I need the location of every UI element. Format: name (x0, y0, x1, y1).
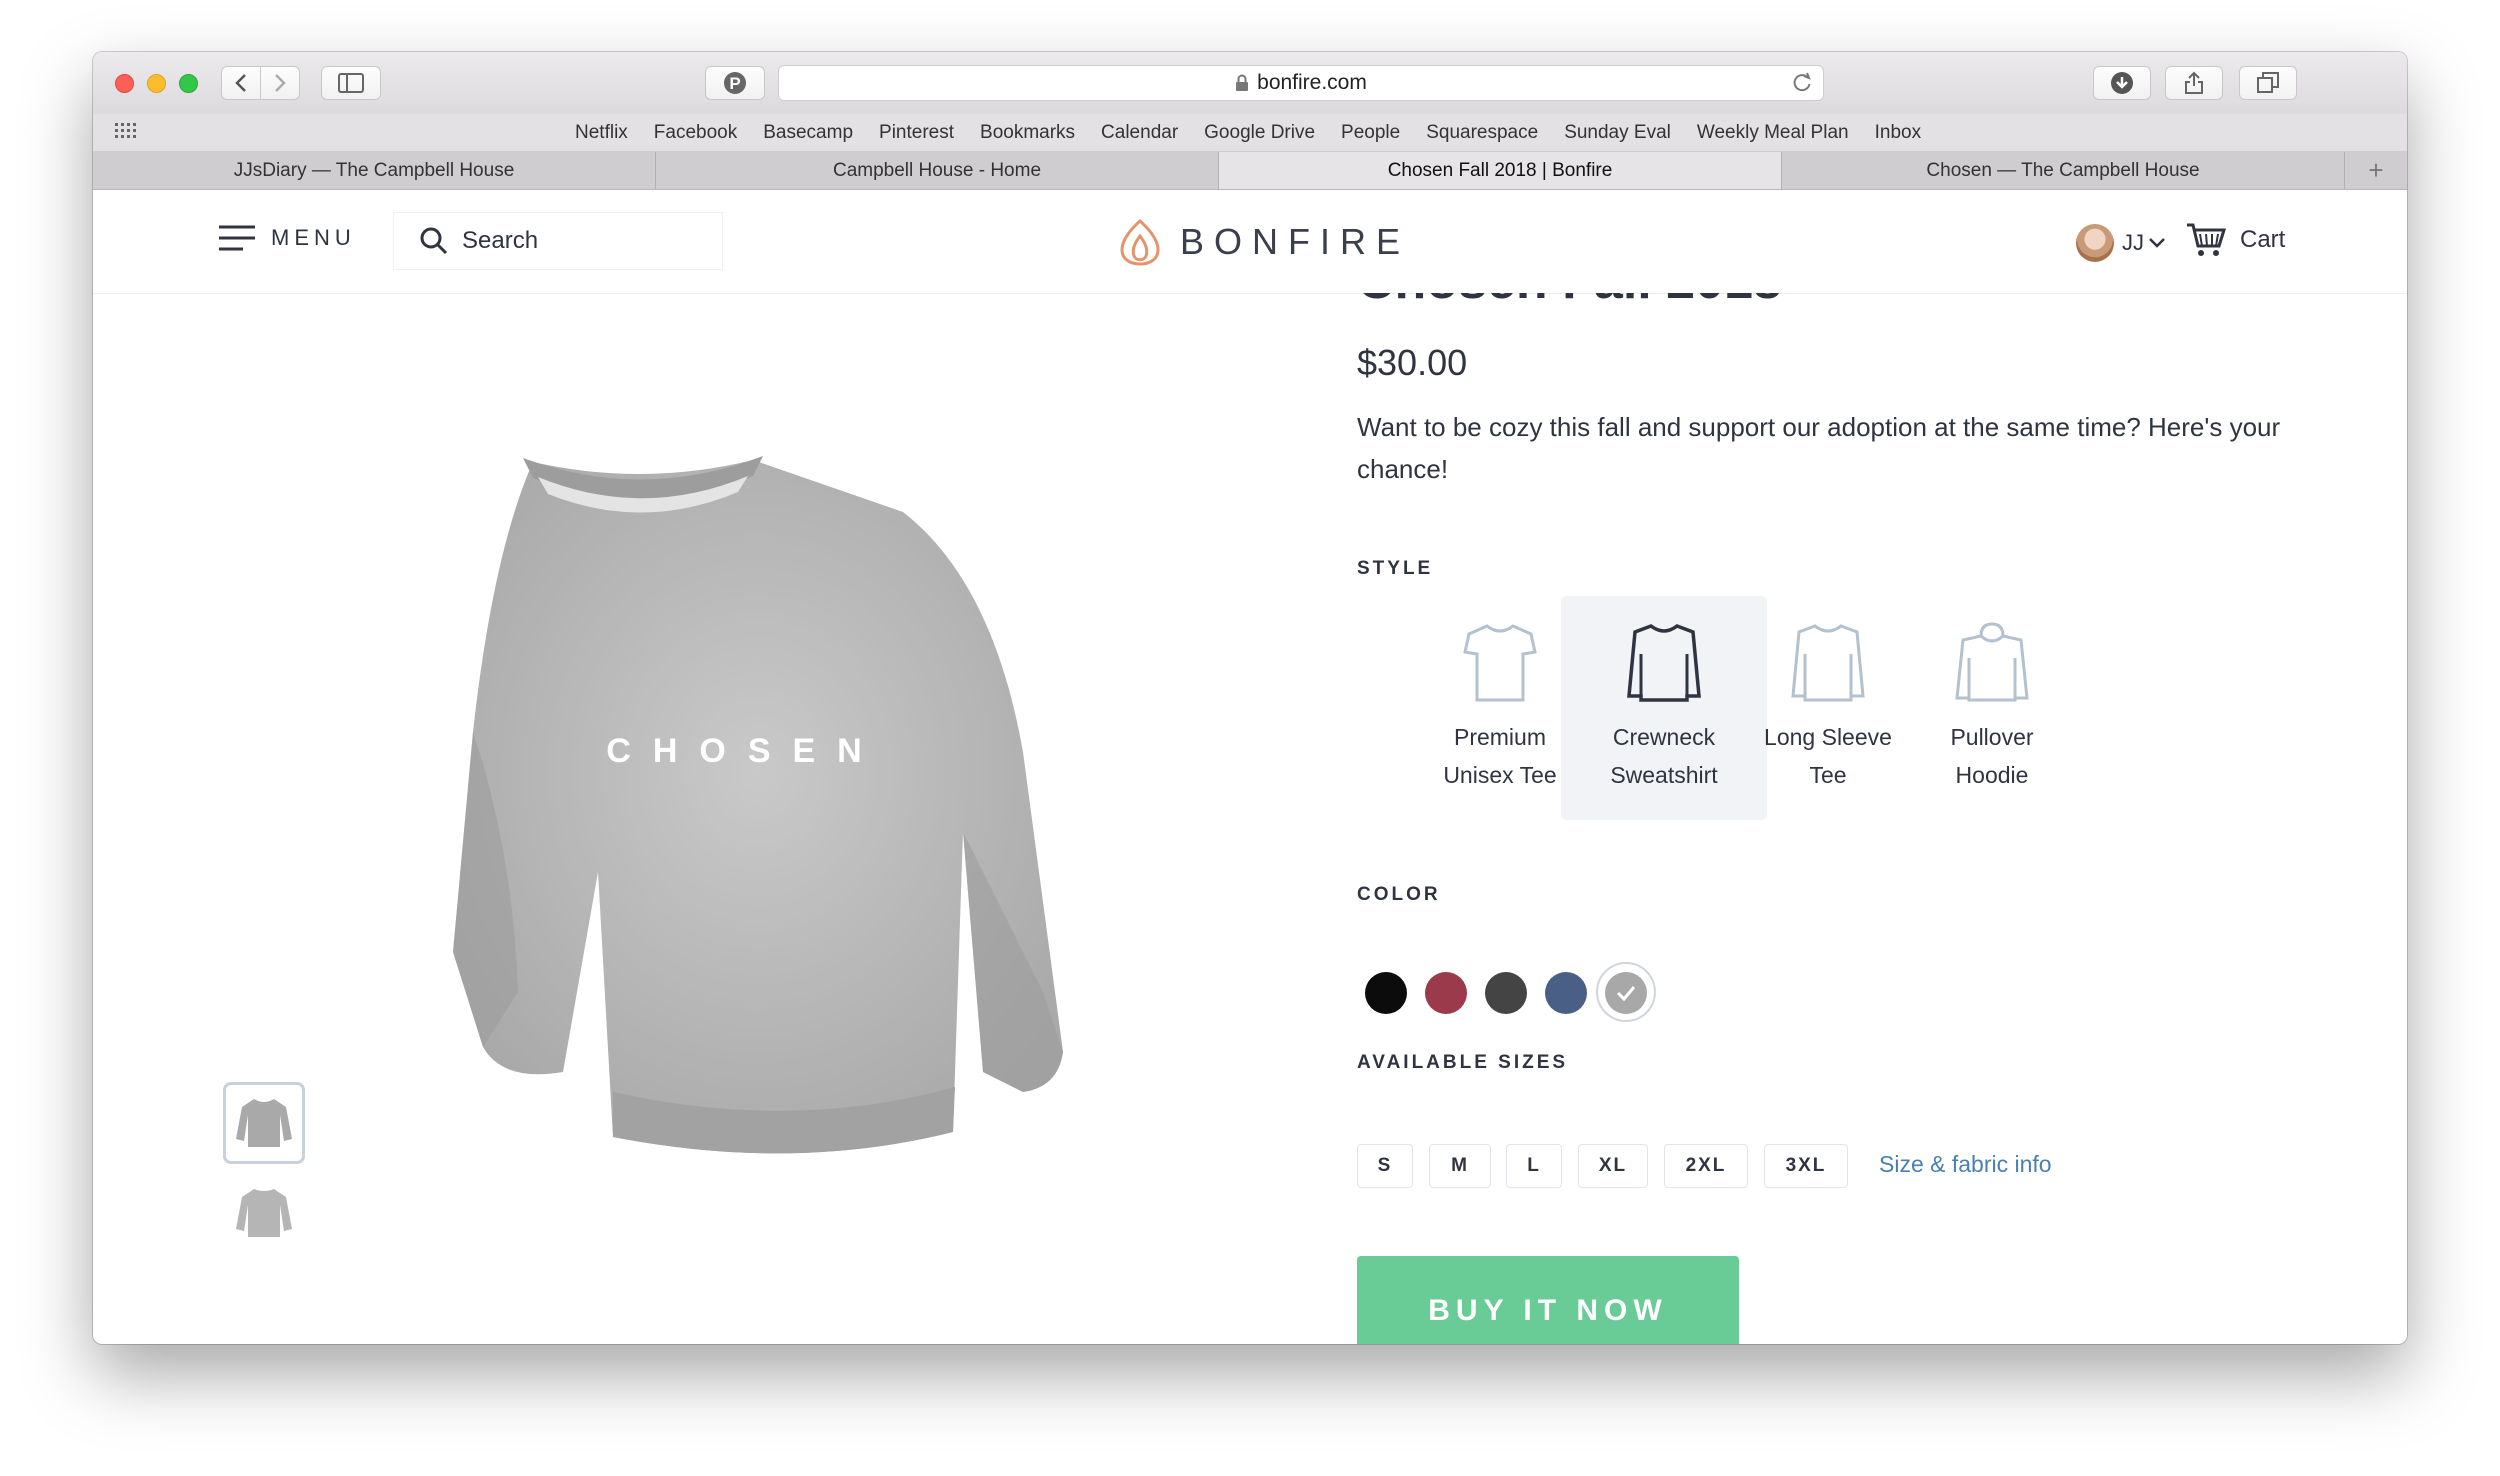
avatar (2076, 224, 2114, 262)
product-price: $30.00 (1357, 342, 1468, 383)
svg-text:P: P (729, 74, 740, 93)
tab-overview-button[interactable] (2239, 66, 2297, 100)
tshirt-icon (1463, 624, 1537, 702)
style-pullover-hoodie[interactable]: Pullover Hoodie (1889, 596, 2095, 820)
bookmark-netflix[interactable]: Netflix (575, 122, 628, 144)
style-heading: STYLE (1357, 558, 1434, 579)
product-title: Chosen Fall 2018 (1357, 293, 1782, 311)
style-name: Pullover Hoodie (1950, 724, 2034, 788)
bookmark-basecamp[interactable]: Basecamp (763, 122, 853, 144)
browser-toolbar: P bonfire.com (93, 52, 2407, 114)
size-2xl[interactable]: 2XL (1664, 1144, 1748, 1188)
downloads-button[interactable] (2093, 66, 2151, 100)
share-button[interactable] (2165, 66, 2223, 100)
style-name: Crewneck Sweatshirt (1610, 724, 1718, 788)
hamburger-icon (219, 225, 255, 251)
browser-window: P bonfire.com Netflix Facebook Basecamp … (93, 52, 2407, 1344)
tabs-icon (2257, 72, 2279, 93)
bookmarks-bar: Netflix Facebook Basecamp Pinterest Book… (93, 114, 2407, 152)
bookmark-facebook[interactable]: Facebook (654, 122, 737, 144)
color-swatch-maroon[interactable] (1425, 972, 1467, 1014)
search-box[interactable]: Search (393, 212, 723, 270)
bookmark-inbox[interactable]: Inbox (1875, 122, 1921, 144)
menu-label: MENU (271, 225, 356, 250)
checkmark-icon (1616, 986, 1636, 1002)
thumbnail-front[interactable] (223, 1082, 305, 1164)
product-image: CHOSEN (453, 456, 1063, 1154)
sidebar-toggle-button[interactable] (321, 66, 381, 100)
sidebar-icon (338, 73, 364, 93)
size-l[interactable]: L (1506, 1144, 1562, 1188)
maximize-window-button[interactable] (179, 74, 198, 93)
forward-button[interactable] (260, 66, 300, 100)
search-icon (420, 227, 448, 255)
chevron-right-icon (275, 74, 286, 92)
bookmark-weekly-meal-plan[interactable]: Weekly Meal Plan (1697, 122, 1849, 144)
hoodie-icon (1955, 622, 2029, 702)
cart-icon (2187, 223, 2226, 256)
sizes-heading: AVAILABLE SIZES (1357, 1052, 1569, 1073)
bookmark-squarespace[interactable]: Squarespace (1426, 122, 1538, 144)
reload-icon[interactable] (1791, 72, 1813, 94)
color-swatch-navy[interactable] (1545, 972, 1587, 1014)
bookmark-calendar[interactable]: Calendar (1101, 122, 1178, 144)
cart-label: Cart (2240, 226, 2286, 253)
tab-bar: JJsDiary — The Campbell House Campbell H… (93, 152, 2407, 190)
search-label: Search (462, 227, 539, 254)
grid-icon[interactable] (115, 123, 141, 143)
bookmark-list: Netflix Facebook Basecamp Pinterest Book… (575, 114, 1947, 152)
address-bar[interactable]: bonfire.com (778, 65, 1824, 101)
size-xl[interactable]: XL (1578, 1144, 1648, 1188)
bookmark-pinterest[interactable]: Pinterest (879, 122, 954, 144)
product-title-clip: Chosen Fall 2018 (1357, 293, 2257, 373)
thumbnail-back[interactable] (223, 1172, 305, 1254)
color-swatch-black[interactable] (1365, 972, 1407, 1014)
size-3xl[interactable]: 3XL (1764, 1144, 1848, 1188)
brand-name: BONFIRE (1180, 221, 1411, 262)
product-description: Want to be cozy this fall and support ou… (1357, 412, 2281, 484)
back-button[interactable] (221, 66, 261, 100)
chevron-down-icon (2149, 238, 2165, 248)
size-s[interactable]: S (1357, 1144, 1413, 1188)
size-fabric-info-link[interactable]: Size & fabric info (1879, 1151, 2052, 1178)
style-name: Premium Unisex Tee (1443, 724, 1557, 788)
bookmark-bookmarks[interactable]: Bookmarks (980, 122, 1075, 144)
bookmark-people[interactable]: People (1341, 122, 1400, 144)
new-tab-button[interactable]: + (2345, 152, 2407, 189)
color-swatch-gray[interactable] (1605, 972, 1647, 1014)
lock-icon (1236, 74, 1249, 91)
tab-campbell-home[interactable]: Campbell House - Home (656, 152, 1219, 189)
download-icon (2111, 72, 2133, 94)
color-heading: COLOR (1357, 884, 1441, 905)
plus-icon: + (2368, 155, 2384, 185)
url-text: bonfire.com (1257, 71, 1367, 94)
pinterest-extension-button[interactable]: P (705, 66, 765, 100)
flame-logo-icon (1120, 218, 1160, 266)
print-text: CHOSEN (606, 732, 883, 770)
close-window-button[interactable] (115, 74, 134, 93)
tab-jjsdiary[interactable]: JJsDiary — The Campbell House (93, 152, 656, 189)
account-menu[interactable]: JJ (2076, 224, 2166, 262)
buy-it-now-button[interactable]: BUY IT NOW (1357, 1256, 1739, 1344)
tab-chosen-campbell[interactable]: Chosen — The Campbell House (1782, 152, 2345, 189)
cart-button[interactable]: Cart (2186, 222, 2285, 258)
sweatshirt-back-thumbnail (236, 1189, 292, 1237)
site-header: MENU Search BONFIRE JJ Cart (93, 190, 2407, 294)
sweatshirt-icon (1627, 624, 1701, 702)
sweatshirt-thumbnail (236, 1099, 292, 1147)
color-swatch-charcoal[interactable] (1485, 972, 1527, 1014)
chevron-left-icon (235, 74, 246, 92)
pinterest-icon: P (724, 72, 746, 94)
bookmark-sunday-eval[interactable]: Sunday Eval (1564, 122, 1671, 144)
long-sleeve-icon (1791, 624, 1865, 702)
share-icon (2185, 71, 2203, 94)
style-name: Long Sleeve Tee (1764, 724, 1892, 788)
user-initials: JJ (2122, 230, 2144, 255)
tab-chosen-bonfire[interactable]: Chosen Fall 2018 | Bonfire (1219, 152, 1782, 189)
size-m[interactable]: M (1429, 1144, 1491, 1188)
menu-button[interactable]: MENU (219, 224, 356, 252)
minimize-window-button[interactable] (147, 74, 166, 93)
bonfire-logo[interactable]: BONFIRE (1118, 218, 1410, 266)
bookmark-google-drive[interactable]: Google Drive (1204, 122, 1315, 144)
